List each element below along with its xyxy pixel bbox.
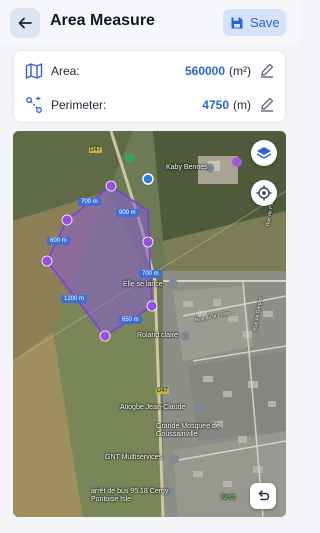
measurement-card: Area: 560000 (m²) Perimeter: 4750 (m): [13, 50, 286, 123]
save-button[interactable]: Save: [223, 9, 286, 36]
polygon-vertex: [142, 236, 154, 248]
place-label: Roland claire: [137, 332, 178, 339]
polygon-vertex: [61, 214, 73, 226]
polygon-vertex: [105, 180, 117, 192]
segment-label: 700 m: [139, 270, 162, 278]
floppy-disk-icon: [231, 17, 243, 28]
perimeter-value: 4750 (m): [202, 98, 251, 112]
map-pin: [125, 153, 135, 163]
layers-icon: [256, 147, 272, 159]
polygon-vertex: [99, 330, 111, 342]
road-label: D47: [156, 388, 170, 394]
undo-icon: [258, 490, 270, 501]
place-label: Nets: [221, 494, 236, 501]
edit-perimeter-icon[interactable]: [259, 96, 275, 112]
user-location-dot: [142, 173, 154, 185]
polygon-vertex: [146, 300, 158, 312]
map-layers-button[interactable]: [251, 140, 277, 166]
poi-pin: [194, 403, 204, 413]
place-label: Grande Mosquée de Goussainville: [156, 423, 220, 438]
satellite-map[interactable]: 700 m 900 m 600 m 700 m 1200 m 650 m D47…: [13, 131, 286, 517]
poi-pin-purple: [232, 157, 242, 167]
perimeter-number: 4750: [202, 98, 229, 112]
segment-label: 650 m: [119, 316, 142, 324]
place-label: GNT Multiservices: [105, 454, 163, 461]
perimeter-row: Perimeter: 4750 (m): [14, 87, 285, 122]
arrow-left-icon: [18, 17, 32, 29]
area-value: 560000 (m²): [185, 64, 251, 78]
polygon-vertex: [41, 255, 53, 267]
back-button[interactable]: [10, 8, 40, 38]
place-label: arrêt de bus 95.18 Cergy Pontoise Isle: [91, 488, 169, 503]
area-row: Area: 560000 (m²): [14, 53, 285, 88]
segment-label: 600 m: [47, 237, 70, 245]
route-icon: [26, 96, 42, 113]
segment-label: 1200 m: [61, 295, 88, 303]
area-number: 560000: [184, 64, 226, 78]
road-label: D47: [89, 147, 103, 153]
crosshair-icon: [256, 185, 272, 201]
area-unit: (m²): [229, 64, 251, 78]
app-header: Area Measure Save: [0, 0, 300, 46]
page-title: Area Measure: [50, 12, 155, 29]
edit-area-icon[interactable]: [259, 62, 275, 78]
place-label: Atiogbe Jean-Claude: [120, 404, 186, 411]
map-icon: [25, 63, 43, 79]
place-label: Elle se lance: [123, 281, 163, 288]
locate-me-button[interactable]: [251, 180, 277, 206]
area-label: Area:: [51, 64, 80, 78]
undo-button[interactable]: [250, 483, 276, 509]
poi-pin: [180, 331, 190, 341]
segment-label: 900 m: [116, 209, 139, 217]
perimeter-unit: (m): [233, 98, 251, 112]
poi-pin: [169, 454, 179, 464]
poi-pin: [168, 279, 178, 289]
segment-label: 700 m: [78, 198, 101, 206]
perimeter-label: Perimeter:: [51, 98, 107, 112]
save-label: Save: [250, 15, 280, 30]
place-label: Kaby Bennes: [166, 164, 208, 171]
